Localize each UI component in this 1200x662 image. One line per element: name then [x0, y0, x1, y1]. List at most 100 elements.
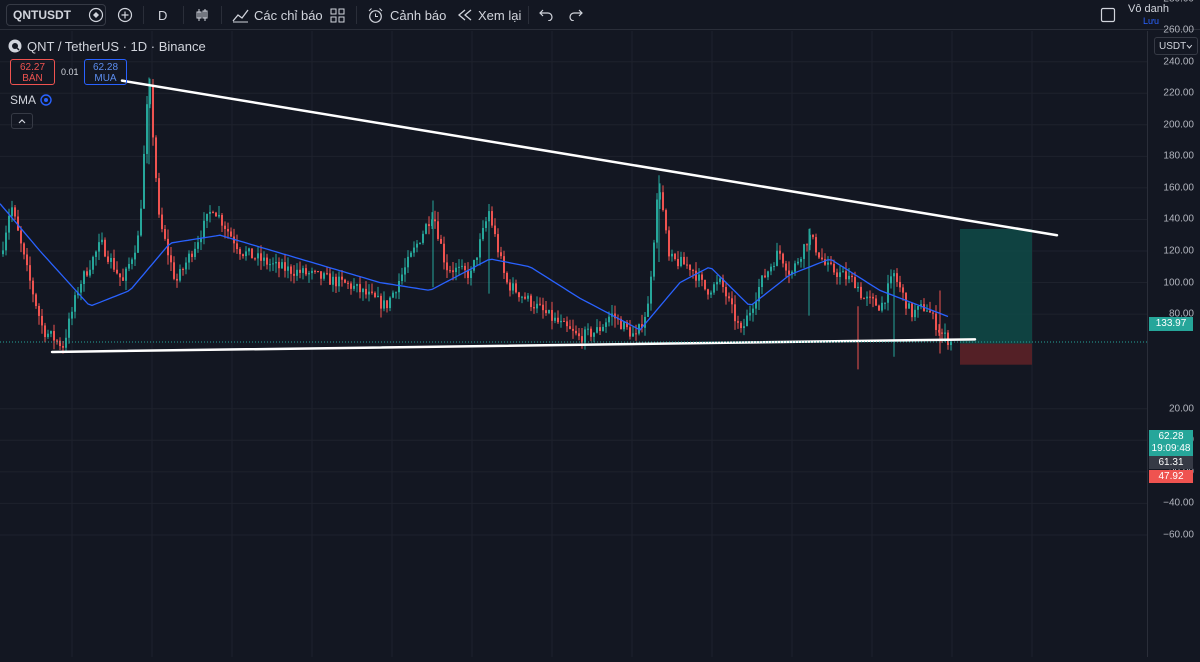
price-tick-label: 20.00	[1168, 403, 1194, 415]
save-label: Lưu	[1143, 16, 1160, 26]
candle-body	[854, 277, 856, 289]
candle-body	[497, 234, 499, 253]
candle-body	[296, 269, 298, 276]
candle-body	[443, 243, 445, 263]
candle-body	[146, 104, 148, 154]
candle-body	[917, 306, 919, 310]
candle-body	[521, 296, 523, 298]
symbol-logo-icon	[8, 39, 22, 53]
candle-body	[818, 252, 820, 258]
candle-body	[710, 292, 712, 295]
candle-body	[20, 230, 22, 244]
candle-body	[125, 268, 127, 281]
candle-body	[839, 272, 841, 277]
candle-body	[512, 283, 514, 291]
candle-body	[464, 265, 466, 271]
candles-icon[interactable]	[194, 0, 210, 30]
candle-body	[107, 256, 109, 262]
price-chart[interactable]	[0, 29, 1147, 657]
candle-body	[410, 252, 412, 257]
candle-body	[857, 286, 859, 289]
candle-body	[350, 283, 352, 289]
candle-body	[113, 257, 115, 270]
candle-body	[89, 269, 91, 276]
sell-button[interactable]: 62.27 BÁN	[10, 59, 55, 85]
interval-button[interactable]: D	[158, 0, 167, 30]
candle-body	[287, 266, 289, 271]
candle-body	[683, 256, 685, 265]
candle-body	[509, 282, 511, 291]
candle-body	[629, 327, 631, 337]
candle-body	[332, 276, 334, 285]
candle-body	[335, 276, 337, 287]
candle-body	[872, 296, 874, 299]
candle-body	[707, 289, 709, 295]
candle-body	[194, 248, 196, 257]
indicators-icon	[232, 9, 249, 23]
candle-body	[251, 248, 253, 259]
candle-body	[188, 253, 190, 263]
candle-body	[542, 304, 544, 311]
alarm-clock-icon	[368, 7, 383, 23]
symbol-label: QNTUSDT	[13, 8, 71, 22]
candle-body	[398, 280, 400, 293]
candle-body	[587, 328, 589, 330]
candle-body	[122, 277, 124, 281]
candle-body	[896, 273, 898, 282]
buy-button[interactable]: 62.28 MUA	[84, 59, 127, 85]
candle-body	[860, 286, 862, 299]
candle-body	[179, 269, 181, 281]
redo-icon[interactable]	[569, 0, 583, 30]
price-tick-label: −60.00	[1163, 529, 1194, 541]
candle-body	[764, 275, 766, 278]
candle-body	[221, 214, 223, 226]
indicator-name: SMA	[10, 93, 37, 107]
candle-body	[323, 273, 325, 279]
candle-body	[29, 265, 31, 281]
candle-body	[503, 256, 505, 273]
candle-body	[281, 262, 283, 269]
candle-body	[206, 213, 208, 221]
price-axis[interactable]: USDT 300.00280.00260.00240.00220.00200.0…	[1147, 0, 1200, 657]
candle-body	[914, 309, 916, 318]
add-symbol-icon[interactable]	[117, 0, 133, 30]
candle-body	[158, 178, 160, 215]
candle-body	[266, 257, 268, 265]
candle-body	[584, 329, 586, 343]
candle-body	[455, 267, 457, 273]
stop-price-badge: 61.31	[1149, 456, 1193, 469]
compare-symbol-icon[interactable]	[88, 0, 104, 30]
buy-price: 62.28	[92, 62, 119, 73]
candle-body	[566, 321, 568, 327]
candle-body	[677, 259, 679, 267]
layout-grid-icon[interactable]	[330, 0, 345, 30]
candle-body	[137, 235, 139, 253]
replay-button[interactable]: Xem lại	[457, 0, 521, 30]
candle-body	[377, 295, 379, 297]
alerts-button[interactable]: Cảnh báo	[367, 0, 446, 30]
candle-body	[740, 322, 742, 329]
candle-body	[404, 267, 406, 275]
candle-body	[692, 270, 694, 272]
currency-dropdown[interactable]: USDT	[1154, 37, 1198, 55]
undo-icon[interactable]	[539, 0, 553, 30]
chart-area[interactable]	[0, 29, 1147, 657]
candle-body	[50, 331, 52, 334]
indicator-legend[interactable]: SMA	[10, 93, 52, 107]
candle-body	[218, 214, 220, 217]
candle-body	[551, 310, 553, 321]
candle-body	[275, 261, 277, 264]
collapse-legend-button[interactable]	[11, 113, 33, 129]
indicators-button[interactable]: Các chỉ báo	[232, 0, 323, 30]
top-toolbar: QNTUSDT D Các chỉ báo Cảnh báo Xem lại V…	[0, 0, 1200, 30]
layout-save-icon[interactable]	[1100, 0, 1116, 30]
candle-body	[830, 262, 832, 264]
candle-body	[836, 272, 838, 277]
candle-body	[8, 215, 10, 233]
candle-body	[767, 271, 769, 278]
candle-body	[236, 243, 238, 250]
candle-body	[731, 298, 733, 305]
candle-body	[185, 262, 187, 270]
candle-body	[800, 258, 802, 262]
chart-title: QNT / TetherUS · 1D · Binance	[27, 38, 206, 54]
